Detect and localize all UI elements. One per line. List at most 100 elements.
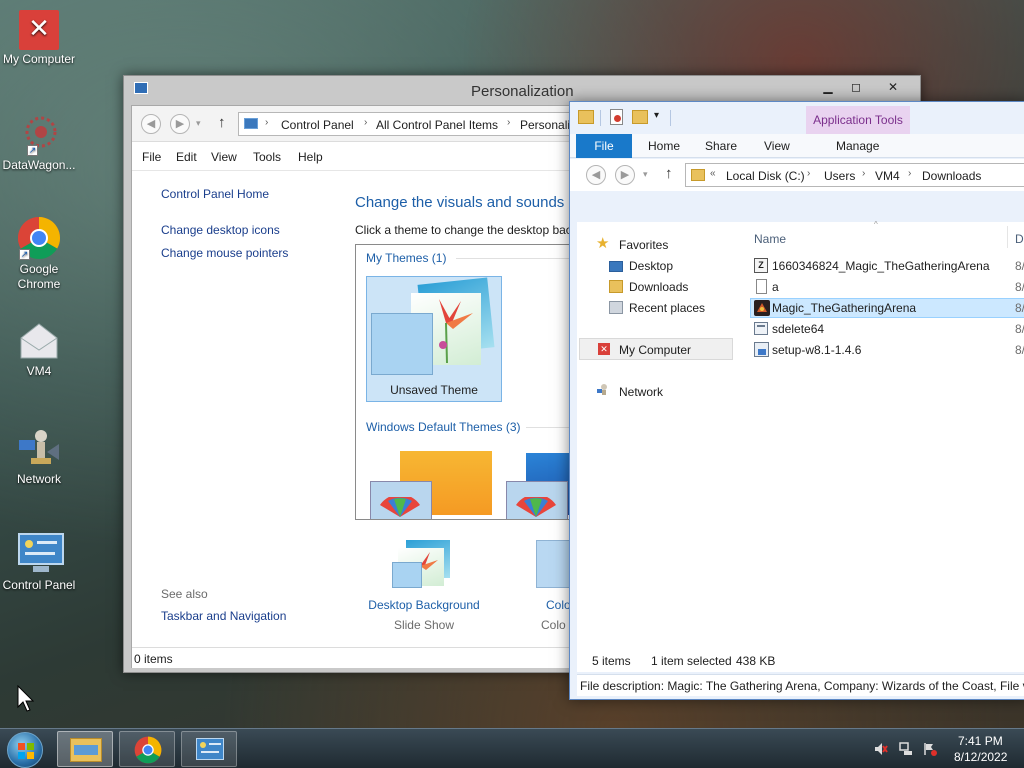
- desktop-background-title[interactable]: Desktop Background: [362, 598, 486, 612]
- taskbar-control-panel[interactable]: [181, 731, 237, 767]
- nav-downloads[interactable]: Downloads: [629, 280, 688, 294]
- menu-edit[interactable]: Edit: [176, 150, 197, 164]
- column-header-name[interactable]: Name: [754, 232, 786, 246]
- breadcrumb-separator-icon: ›: [265, 117, 269, 128]
- unsaved-theme-tile[interactable]: Unsaved Theme: [366, 276, 502, 402]
- properties-icon[interactable]: [610, 109, 623, 125]
- taskbar-file-explorer[interactable]: [57, 731, 113, 767]
- desktop-icon-google-chrome[interactable]: ↗ Google Chrome: [0, 216, 81, 292]
- navigation-pane: ★ Favorites Desktop Downloads Recent pla…: [577, 222, 741, 672]
- file-explorer-icon: [70, 738, 102, 762]
- nav-network[interactable]: Network: [619, 385, 663, 399]
- file-row-selected[interactable]: Magic_TheGatheringArena 8/: [750, 298, 1024, 318]
- red-x-computer-icon: ✕: [19, 10, 59, 50]
- up-arrow-icon[interactable]: ↑: [218, 114, 226, 131]
- recent-locations-chevron-icon[interactable]: ▾: [643, 169, 648, 180]
- status-bar: 5 items 1 item selected 438 KB: [577, 650, 1024, 672]
- exe-icon: [754, 322, 768, 335]
- nav-recent-places[interactable]: Recent places: [629, 301, 705, 315]
- desktop-icon: [609, 261, 623, 272]
- back-button[interactable]: ◀: [586, 165, 606, 185]
- action-center-flag-icon[interactable]: [923, 742, 937, 756]
- file-date: 8/: [1015, 322, 1024, 336]
- tab-home[interactable]: Home: [648, 139, 680, 153]
- desktop-background-icon: [392, 540, 454, 592]
- desktop-icon-datawagon[interactable]: ↗ DataWagon...: [0, 112, 81, 173]
- my-themes-header: My Themes (1): [366, 251, 447, 265]
- desktop-icon-label: My Computer: [2, 52, 76, 66]
- tab-manage[interactable]: Manage: [836, 139, 879, 153]
- themes-list: My Themes (1) Unsaved Theme Windows Defa…: [355, 244, 585, 520]
- menu-help[interactable]: Help: [298, 150, 323, 164]
- customize-toolbar-chevron-icon[interactable]: ▾: [654, 110, 659, 121]
- recent-places-icon: [609, 301, 623, 314]
- menu-view[interactable]: View: [211, 150, 237, 164]
- envelope-icon: [17, 318, 61, 362]
- breadcrumb-separator-icon: ›: [507, 117, 511, 128]
- file-row[interactable]: a 8/: [750, 277, 1024, 297]
- file-list: ^ Name D Z 1660346824_Magic_TheGathering…: [743, 220, 1024, 672]
- column-header-date[interactable]: D: [1015, 232, 1024, 246]
- file-row[interactable]: sdelete64 8/: [750, 319, 1024, 339]
- tab-share[interactable]: Share: [705, 139, 737, 153]
- nav-favorites[interactable]: Favorites: [619, 238, 668, 252]
- quick-access-toolbar: ▾ Application Tools: [570, 102, 1024, 134]
- forward-button[interactable]: ▶: [615, 165, 635, 185]
- network-tray-icon[interactable]: [899, 742, 913, 756]
- chrome-icon: [134, 736, 162, 767]
- control-panel-icon: [244, 118, 258, 129]
- clock-time[interactable]: 7:41 PM: [958, 734, 1003, 748]
- close-button[interactable]: ✕: [871, 77, 915, 97]
- desktop-background-value: Slide Show: [393, 618, 455, 632]
- status-selection: 1 item selected: [651, 654, 732, 668]
- menu-tools[interactable]: Tools: [253, 150, 281, 164]
- breadcrumb-vm4[interactable]: VM4: [875, 169, 900, 183]
- control-panel-home-link[interactable]: Control Panel Home: [161, 187, 269, 201]
- overflow-chevron-icon: «: [710, 168, 716, 179]
- taskbar-navigation-link[interactable]: Taskbar and Navigation: [161, 609, 286, 623]
- tab-file[interactable]: File: [576, 134, 632, 158]
- file-name: 1660346824_Magic_TheGatheringArena: [772, 259, 990, 273]
- theme-tile-windows[interactable]: [370, 445, 494, 519]
- desktop-background-item[interactable]: Desktop Background Slide Show: [362, 540, 486, 636]
- status-item-count: 0 items: [134, 652, 173, 666]
- desktop-icon-my-computer[interactable]: ✕ My Computer: [0, 10, 81, 67]
- start-button[interactable]: [7, 732, 43, 768]
- forward-button[interactable]: ▶: [170, 114, 190, 134]
- clock-date[interactable]: 8/12/2022: [954, 750, 1007, 764]
- menu-file[interactable]: File: [142, 150, 161, 164]
- change-mouse-pointers-link[interactable]: Change mouse pointers: [161, 246, 288, 260]
- nav-my-computer-row[interactable]: ✕ My Computer: [579, 338, 733, 360]
- change-desktop-icons-link[interactable]: Change desktop icons: [161, 223, 280, 237]
- file-row[interactable]: setup-w8.1-1.4.6 8/: [750, 340, 1024, 360]
- desktop-icon-network[interactable]: Network: [0, 426, 81, 487]
- address-bar[interactable]: « Local Disk (C:) › Users › VM4 › Downlo…: [685, 163, 1024, 187]
- color-title[interactable]: Colo: [546, 598, 571, 612]
- archive-icon: Z: [754, 258, 768, 273]
- file-row[interactable]: Z 1660346824_Magic_TheGatheringArena 8/: [750, 256, 1024, 276]
- explorer-content: ★ Favorites Desktop Downloads Recent pla…: [577, 220, 1024, 672]
- desktop-icon-vm4[interactable]: VM4: [0, 318, 81, 379]
- new-folder-icon[interactable]: [632, 110, 648, 124]
- breadcrumb-control-panel[interactable]: Control Panel: [281, 118, 354, 132]
- up-arrow-icon[interactable]: ↑: [665, 165, 673, 182]
- maximize-button[interactable]: ◻: [843, 77, 869, 97]
- back-button[interactable]: ◀: [141, 114, 161, 134]
- file-name: a: [772, 280, 779, 294]
- tab-view[interactable]: View: [764, 139, 790, 153]
- breadcrumb-personalization[interactable]: Personaliz: [520, 118, 576, 132]
- minimize-button[interactable]: ▁: [815, 77, 841, 97]
- task-pane: Control Panel Home Change desktop icons …: [132, 172, 342, 654]
- desktop-icon-label: Network: [16, 472, 61, 486]
- breadcrumb-all-items[interactable]: All Control Panel Items: [376, 118, 498, 132]
- breadcrumb-local-disk[interactable]: Local Disk (C:): [726, 169, 805, 183]
- breadcrumb-downloads[interactable]: Downloads: [922, 169, 981, 183]
- volume-muted-icon[interactable]: [874, 742, 888, 756]
- recent-pages-chevron-icon[interactable]: ▾: [196, 118, 201, 129]
- breadcrumb-users[interactable]: Users: [824, 169, 855, 183]
- nav-desktop[interactable]: Desktop: [629, 259, 673, 273]
- breadcrumb-separator-icon: ›: [908, 168, 912, 179]
- taskbar-chrome[interactable]: [119, 731, 175, 767]
- file-name: sdelete64: [772, 322, 825, 336]
- desktop-icon-control-panel[interactable]: Control Panel: [0, 532, 81, 593]
